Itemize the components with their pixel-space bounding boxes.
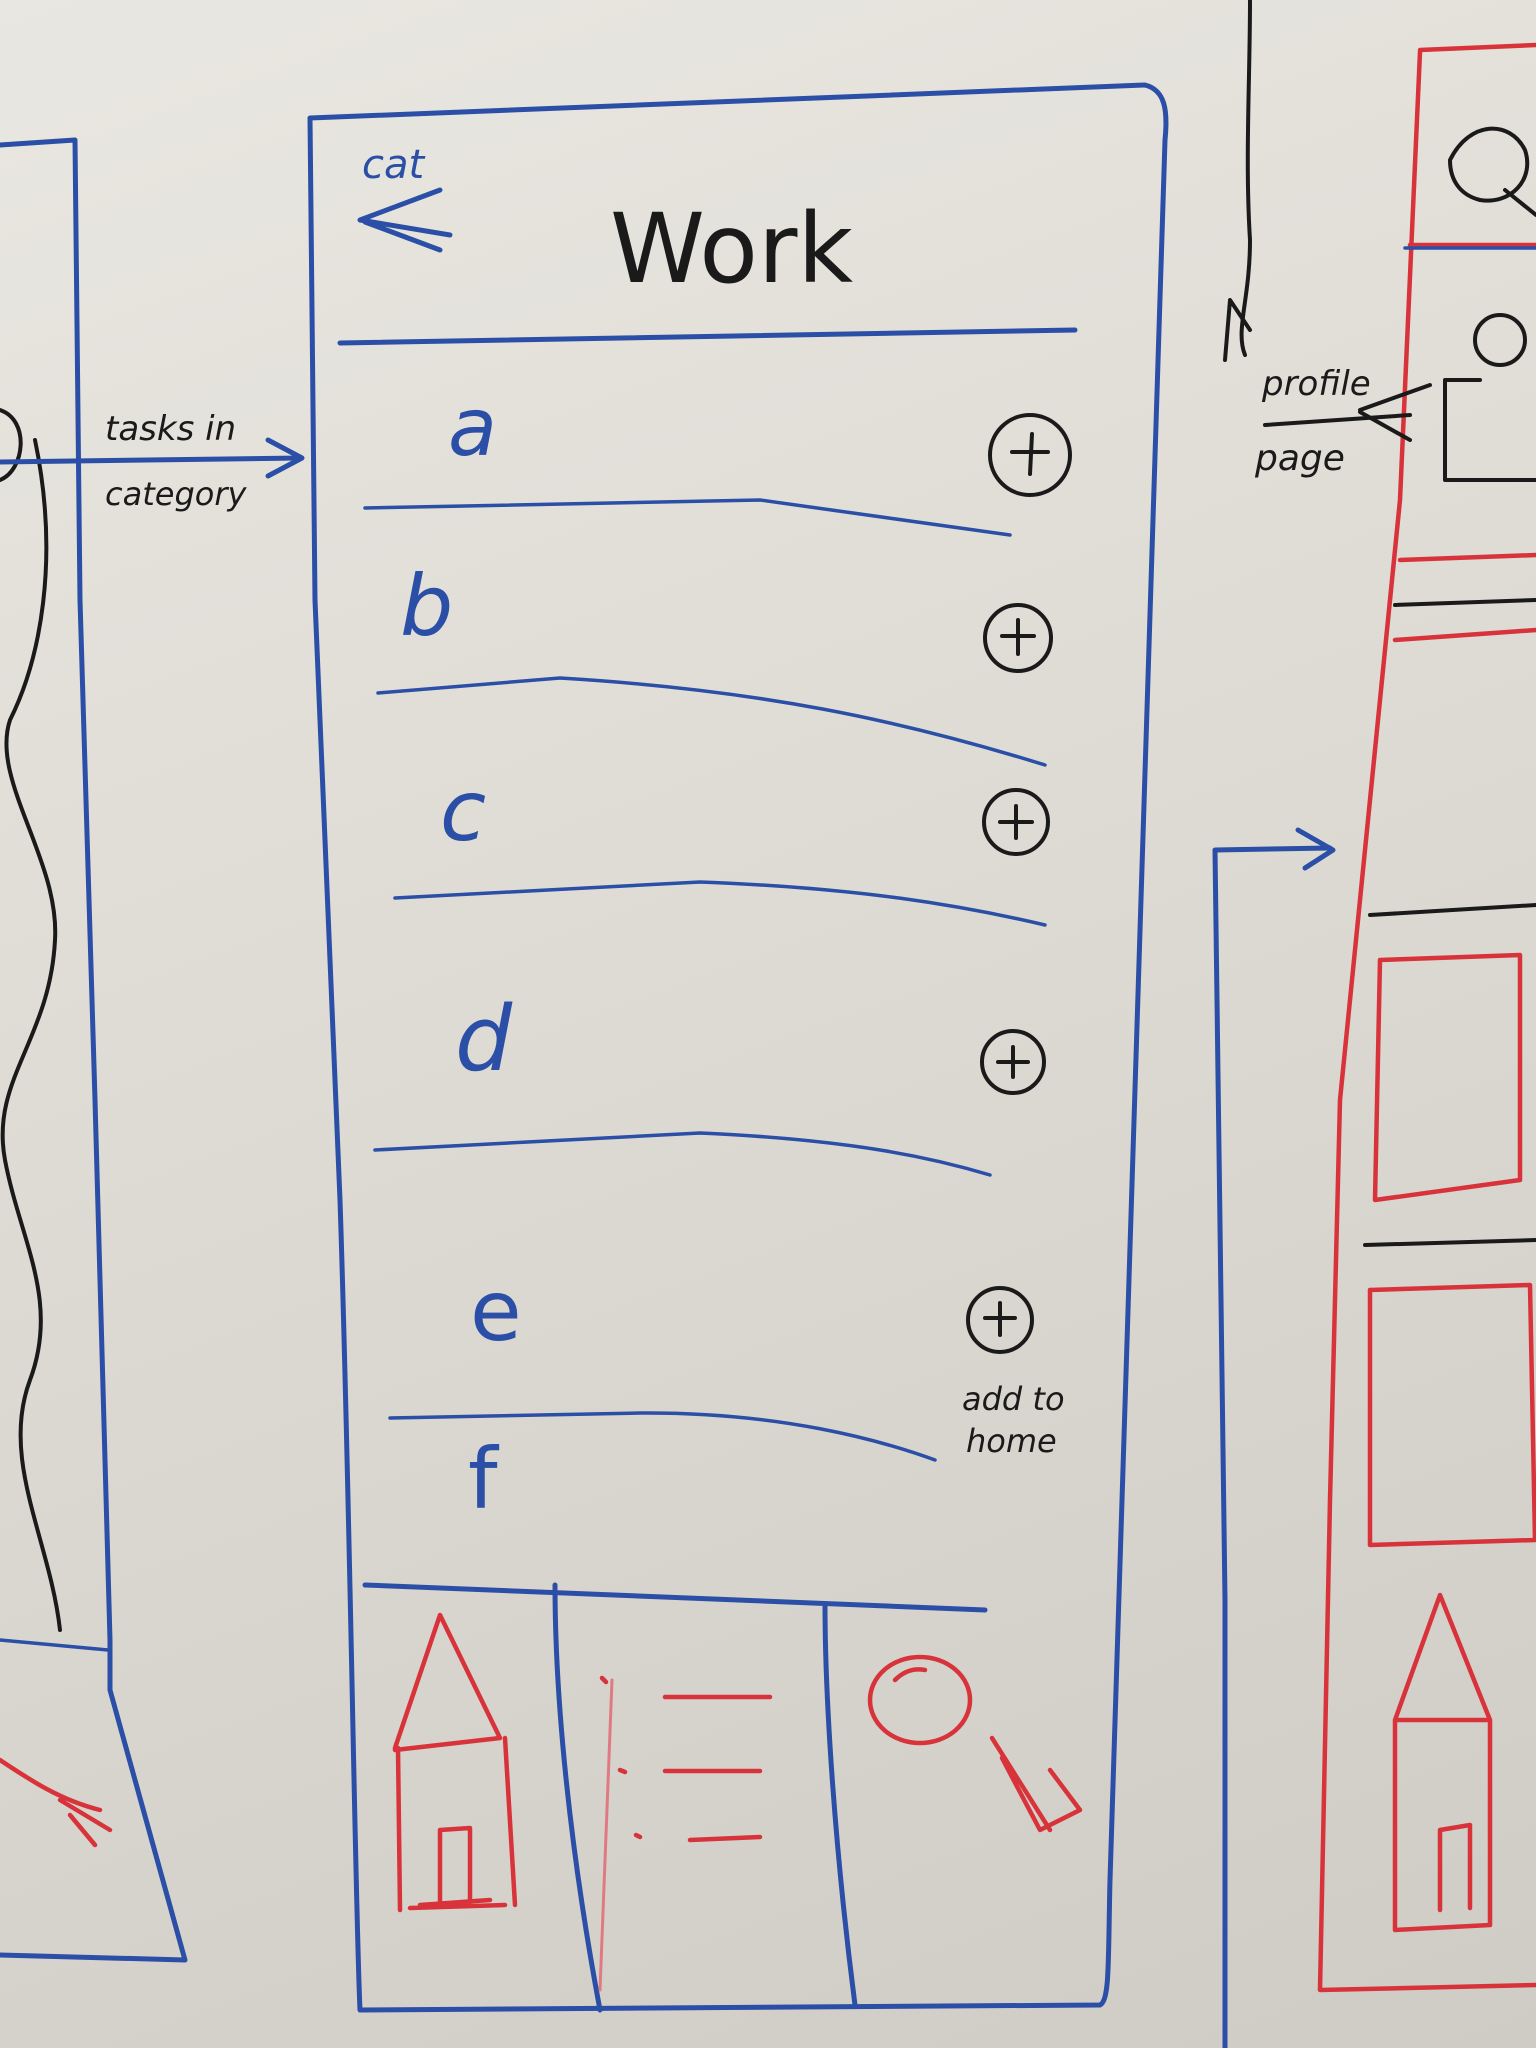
tab-search[interactable] bbox=[867, 1654, 1083, 1833]
arrow-note-line1: tasks in bbox=[105, 409, 236, 449]
item-label: e bbox=[470, 1262, 522, 1360]
arrow-note-line2: category bbox=[105, 475, 247, 513]
back-label: cat bbox=[362, 142, 426, 188]
add-button[interactable] bbox=[988, 413, 1072, 497]
list-item[interactable]: c bbox=[393, 762, 1050, 927]
search-icon bbox=[867, 1654, 1083, 1833]
item-label: c bbox=[440, 762, 486, 860]
task-list: a b c d e add to home f bbox=[363, 381, 1072, 1528]
phone-frame bbox=[307, 82, 1169, 2013]
item-label: d bbox=[455, 987, 513, 1092]
tab-bar bbox=[362, 1582, 1083, 2013]
back-button[interactable]: cat bbox=[357, 142, 453, 253]
list-item[interactable]: d bbox=[373, 987, 1046, 1177]
add-button[interactable] bbox=[980, 1029, 1046, 1095]
back-arrow-icon bbox=[357, 187, 453, 253]
item-label: f bbox=[468, 1430, 500, 1528]
list-icon bbox=[599, 1675, 773, 1843]
page-title: Work bbox=[610, 193, 854, 305]
add-to-home-note-line1: add to bbox=[962, 1380, 1065, 1418]
list-item[interactable]: f bbox=[468, 1430, 500, 1528]
profile-note-line2: page bbox=[1254, 438, 1345, 479]
list-item[interactable]: a bbox=[363, 381, 1072, 537]
tab-home[interactable] bbox=[392, 1612, 518, 1913]
add-button[interactable] bbox=[982, 788, 1050, 856]
add-to-home-note-line2: home bbox=[966, 1422, 1057, 1460]
add-button[interactable] bbox=[966, 1286, 1034, 1354]
phone-header: cat Work bbox=[337, 142, 1078, 346]
right-phone-sketch: profile page bbox=[1212, 0, 1536, 2048]
item-label: b bbox=[400, 557, 453, 655]
whiteboard: tasks in category cat Work a b c d e add… bbox=[0, 0, 1536, 2048]
profile-note-line1: profile bbox=[1261, 364, 1371, 404]
tab-list[interactable] bbox=[599, 1675, 773, 1843]
home-icon bbox=[392, 1612, 518, 1913]
item-label: a bbox=[448, 381, 497, 474]
list-item[interactable]: b bbox=[376, 557, 1053, 767]
add-button[interactable] bbox=[983, 603, 1053, 673]
